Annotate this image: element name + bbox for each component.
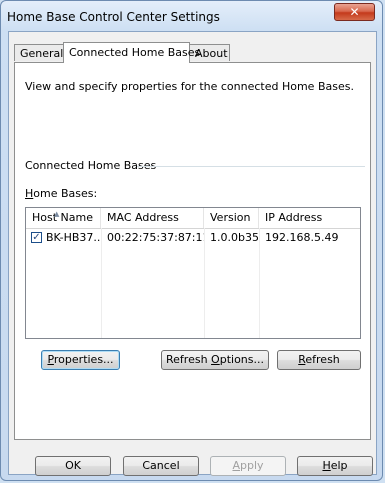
- cell-mac-address: 00:22:75:37:87:11: [107, 231, 204, 244]
- column-header-mac-address[interactable]: MAC Address: [101, 208, 204, 228]
- settings-window: Home Base Control Center Settings ✕ Gene…: [0, 0, 383, 481]
- cell-ip-address: 192.168.5.49: [265, 231, 339, 244]
- table-row[interactable]: ✓ BK-HB37... 00:22:75:37:87:11 1.0.0b35 …: [26, 229, 360, 247]
- tab-connected-home-bases[interactable]: Connected Home Bases: [63, 42, 200, 63]
- column-header-host-name[interactable]: ▲ Host Name: [26, 208, 101, 228]
- ok-button[interactable]: OK: [35, 456, 111, 476]
- apply-button[interactable]: Apply: [210, 456, 286, 476]
- refresh-button[interactable]: Refresh: [277, 350, 361, 370]
- dialog-client-area: General Connected Home Bases About View …: [8, 31, 377, 476]
- cancel-button[interactable]: Cancel: [123, 456, 199, 476]
- close-icon: ✕: [349, 5, 360, 19]
- column-header-version[interactable]: Version: [204, 208, 259, 228]
- tab-panel-connected-home-bases: View and specify properties for the conn…: [14, 62, 371, 440]
- window-title: Home Base Control Center Settings: [7, 10, 220, 24]
- group-divider: [137, 166, 365, 167]
- refresh-options-button[interactable]: Refresh Options...: [161, 350, 269, 370]
- home-bases-label: Home Bases:: [25, 187, 98, 200]
- close-button[interactable]: ✕: [334, 3, 375, 21]
- panel-description: View and specify properties for the conn…: [25, 80, 354, 93]
- column-header-ip-address[interactable]: IP Address: [259, 208, 360, 228]
- home-bases-list[interactable]: ▲ Host Name MAC Address Version IP Addre…: [25, 207, 361, 339]
- cell-host-name: BK-HB37...: [46, 231, 101, 244]
- help-button[interactable]: Help: [297, 456, 373, 476]
- cell-version: 1.0.0b35: [210, 231, 259, 244]
- properties-button[interactable]: Properties...: [41, 350, 120, 370]
- list-header: ▲ Host Name MAC Address Version IP Addre…: [26, 208, 360, 229]
- tab-general[interactable]: General: [14, 44, 64, 61]
- sort-ascending-icon: ▲: [54, 210, 60, 218]
